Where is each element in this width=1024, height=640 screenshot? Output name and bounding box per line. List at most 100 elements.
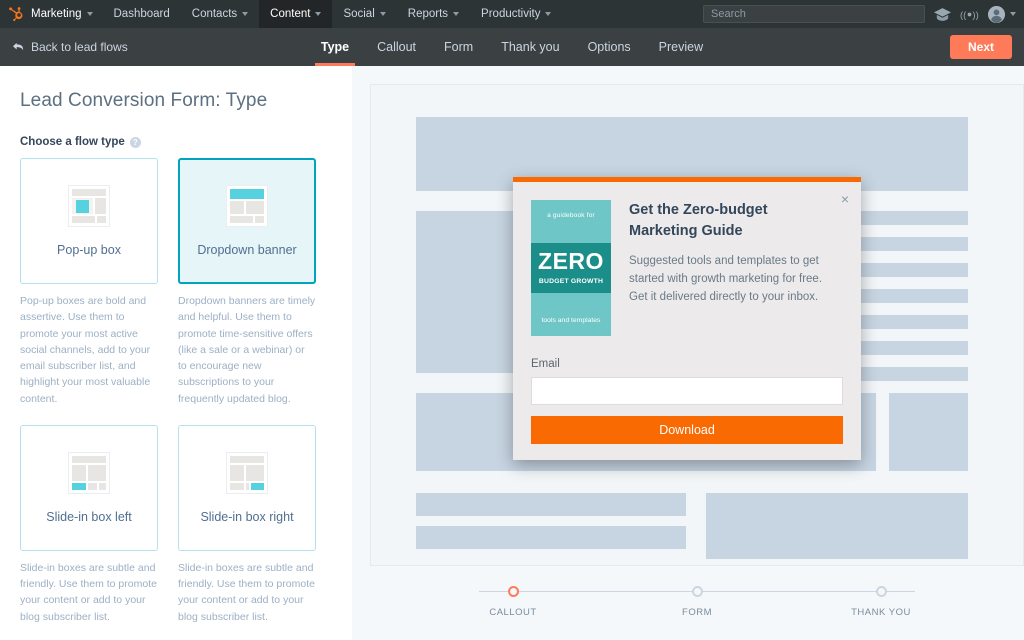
step-label: CALLOUT [489, 607, 537, 618]
back-link-label: Back to lead flows [31, 40, 128, 54]
nav-item-label: Content [270, 8, 311, 20]
flow-type-description: Slide-in boxes are subtle and friendly. … [178, 561, 315, 623]
nav-item-dashboard[interactable]: Dashboard [103, 0, 181, 28]
choose-flow-type-row: Choose a flow type ? [20, 136, 332, 148]
website-wireframe-preview: × a guidebook for ZERO BUDGET GROWTH too… [370, 84, 1024, 566]
chevron-down-icon [242, 12, 249, 16]
svg-text:)): )) [972, 10, 978, 21]
ebook-cover-bottom-text: tools and templates [541, 317, 601, 324]
nav-item-label: Dashboard [113, 8, 170, 20]
chevron-down-icon [453, 12, 460, 16]
nav-brand-label: Marketing [31, 8, 82, 20]
next-button[interactable]: Next [950, 35, 1012, 59]
sub-navigation-bar: Back to lead flows Type Callout Form Tha… [0, 28, 1024, 66]
tab-label: Type [320, 40, 350, 54]
nav-brand-marketing[interactable]: Marketing [8, 0, 103, 28]
wizard-stepper: CALLOUT FORM THANK YOU [370, 578, 1024, 634]
modal-body: × a guidebook for ZERO BUDGET GROWTH too… [513, 182, 861, 336]
close-icon[interactable]: × [841, 192, 849, 206]
chevron-down-icon [545, 12, 552, 16]
flow-type-card-slide-in-right[interactable]: Slide-in box right [178, 424, 316, 551]
modal-form: Email Download [513, 336, 861, 460]
flow-type-label: Slide-in box right [200, 509, 294, 524]
flow-type-label: Slide-in box left [46, 509, 132, 524]
flow-type-option-popup-box: Pop-up box Pop-up boxes are bold and ass… [20, 158, 158, 407]
ebook-cover-subtitle: BUDGET GROWTH [538, 278, 604, 285]
tab-thank-you[interactable]: Thank you [487, 28, 573, 66]
svg-text:((: (( [960, 10, 967, 21]
back-to-lead-flows-link[interactable]: Back to lead flows [12, 40, 128, 54]
ebook-cover-band: ZERO BUDGET GROWTH [531, 243, 611, 293]
tab-label: Thank you [501, 40, 560, 54]
user-menu[interactable] [988, 5, 1016, 23]
step-dot-icon [691, 586, 703, 597]
flow-type-description: Pop-up boxes are bold and assertive. Use… [20, 295, 151, 405]
broadcast-icon[interactable]: (( )) [960, 8, 979, 21]
flow-type-option-slide-in-right: Slide-in box right Slide-in boxes are su… [178, 424, 316, 625]
tab-options[interactable]: Options [574, 28, 645, 66]
stepper-step-form[interactable]: FORM [657, 586, 737, 618]
help-icon[interactable]: ? [129, 136, 141, 148]
nav-item-label: Productivity [481, 8, 541, 20]
choose-flow-type-label: Choose a flow type [20, 136, 125, 148]
ebook-cover-image: a guidebook for ZERO BUDGET GROWTH tools… [531, 200, 611, 336]
download-button[interactable]: Download [531, 416, 843, 444]
flow-type-label: Pop-up box [57, 243, 121, 257]
flow-type-card-dropdown-banner[interactable]: Dropdown banner [178, 158, 316, 284]
nav-item-productivity[interactable]: Productivity [470, 0, 562, 28]
nav-item-content[interactable]: Content [259, 0, 333, 28]
graduation-cap-icon[interactable] [934, 7, 951, 21]
flow-type-card-slide-in-left[interactable]: Slide-in box left [20, 424, 158, 551]
chevron-down-icon [1010, 12, 1016, 16]
ebook-cover-title: ZERO [538, 248, 604, 274]
top-navigation-bar: Marketing Dashboard Contacts Content Soc… [0, 0, 1024, 28]
tab-label: Form [444, 40, 474, 54]
flow-type-option-dropdown-banner: Dropdown banner Dropdown banners are tim… [178, 158, 316, 407]
nav-item-reports[interactable]: Reports [397, 0, 470, 28]
wireframe-block [889, 393, 968, 471]
email-field[interactable] [531, 377, 843, 405]
back-arrow-icon [13, 42, 24, 50]
tab-preview[interactable]: Preview [645, 28, 717, 66]
chevron-down-icon [315, 12, 322, 16]
wireframe-block [416, 493, 686, 516]
wizard-tabs: Type Callout Form Thank you Options Prev… [0, 28, 1024, 66]
tab-form[interactable]: Form [430, 28, 487, 66]
workspace: Lead Conversion Form: Type Choose a flow… [0, 66, 1024, 640]
search-input[interactable] [711, 8, 917, 20]
flow-type-description: Slide-in boxes are subtle and friendly. … [20, 561, 157, 623]
preview-panel: × a guidebook for ZERO BUDGET GROWTH too… [352, 66, 1024, 640]
stepper-step-thank-you[interactable]: THANK YOU [841, 586, 921, 618]
stepper-step-callout[interactable]: CALLOUT [473, 586, 553, 618]
lead-flow-preview-modal: × a guidebook for ZERO BUDGET GROWTH too… [513, 177, 861, 460]
ebook-cover-top-text: a guidebook for [547, 212, 595, 219]
nav-item-label: Social [343, 8, 375, 20]
flow-type-card-popup-box[interactable]: Pop-up box [20, 158, 158, 284]
nav-item-contacts[interactable]: Contacts [181, 0, 259, 28]
tab-label: Callout [377, 40, 417, 54]
tab-label: Preview [658, 40, 704, 54]
nav-item-social[interactable]: Social [332, 0, 396, 28]
avatar [988, 5, 1005, 23]
nav-item-label: Reports [407, 8, 449, 20]
chevron-down-icon [86, 12, 93, 16]
flow-type-label: Dropdown banner [197, 243, 297, 257]
step-label: THANK YOU [851, 607, 911, 618]
chevron-down-icon [379, 12, 386, 16]
tab-label: Options [587, 40, 631, 54]
step-dot-icon [507, 586, 519, 597]
flow-type-panel: Lead Conversion Form: Type Choose a flow… [0, 66, 352, 640]
search-box[interactable] [703, 5, 925, 23]
tab-type[interactable]: Type [307, 28, 363, 66]
slide-in-right-icon [226, 451, 268, 494]
hubspot-logo-icon [9, 7, 23, 22]
step-label: FORM [682, 607, 712, 618]
modal-text-column: Get the Zero-budget Marketing Guide Sugg… [629, 200, 843, 336]
dropdown-banner-icon [226, 185, 268, 227]
top-nav-right-group: (( )) [703, 0, 1016, 28]
flow-type-card-grid: Pop-up box Pop-up boxes are bold and ass… [20, 158, 332, 625]
wireframe-block [416, 526, 686, 549]
flow-type-description: Dropdown banners are timely and helpful.… [178, 295, 316, 405]
tab-callout[interactable]: Callout [363, 28, 430, 66]
popup-box-icon [68, 185, 110, 227]
